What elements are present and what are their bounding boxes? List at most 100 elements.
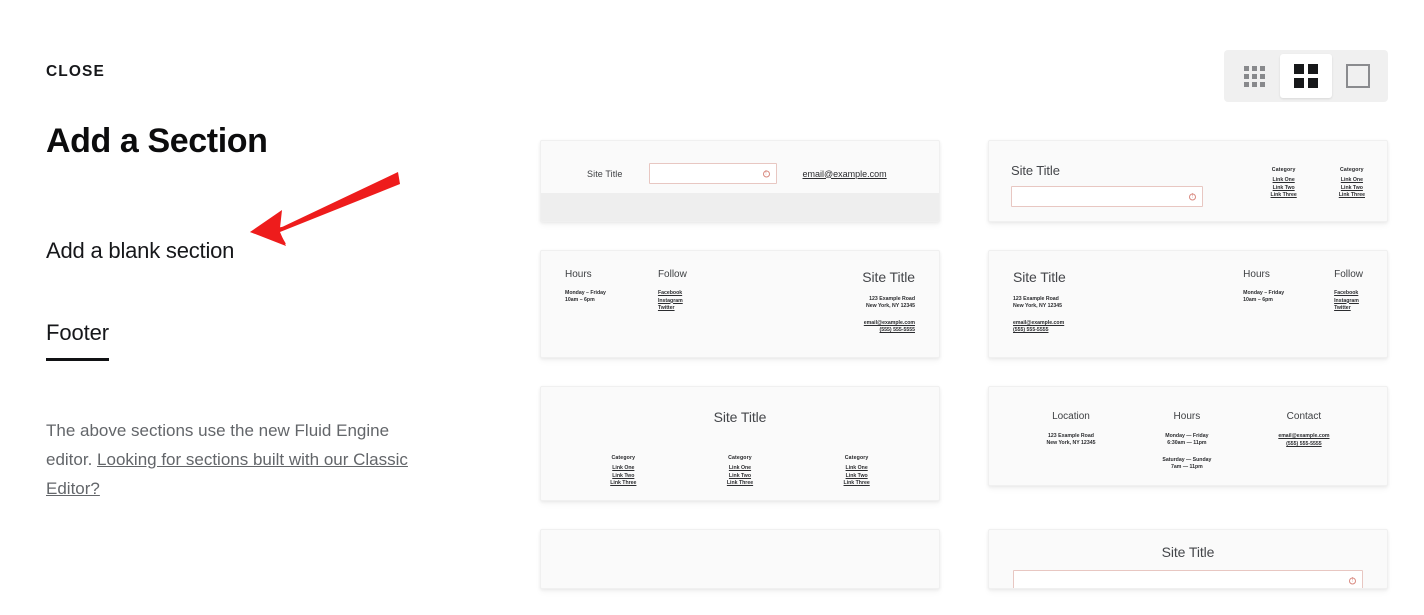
preview-email-input[interactable]: ! — [1011, 186, 1203, 207]
preview-category-column: Category Link One Link Two Link Three — [610, 455, 636, 488]
preview-site-title: Site Title — [1161, 544, 1215, 560]
section-card-footer-location-hours-contact[interactable]: Location 123 Example Road New York, NY 1… — [988, 386, 1388, 486]
preview-category-column: Category Link One Link Two Link Three — [844, 455, 870, 488]
preview-link-two[interactable]: Link Two — [1271, 185, 1297, 193]
tab-footer[interactable]: Footer — [46, 320, 109, 361]
preview-link-three[interactable]: Link Three — [844, 480, 870, 488]
preview-contact-column: Contact email@example.com (555) 555-5555 — [1278, 411, 1329, 472]
preview-link-two[interactable]: Link Two — [610, 473, 636, 481]
preview-hours-label: Hours — [1173, 411, 1201, 422]
preview-follow-label: Follow — [657, 269, 687, 280]
preview-site-title: Site Title — [713, 409, 767, 425]
preview-email-input[interactable]: ! — [1013, 570, 1363, 588]
warning-icon: ! — [762, 170, 770, 177]
preview-hours-column: Hours Monday — Friday 6:30am — 11pm Satu… — [1162, 411, 1211, 472]
preview-phone-link[interactable]: (555) 555-5555 — [1013, 327, 1066, 335]
preview-follow-column: Follow Facebook Instagram Twitter — [1334, 269, 1363, 335]
view-size-toggle[interactable] — [1224, 50, 1388, 102]
preview-link-three[interactable]: Link Three — [1339, 192, 1365, 200]
preview-follow-label: Follow — [1334, 269, 1363, 280]
preview-email-link[interactable]: email@example.com — [1013, 320, 1066, 328]
close-button[interactable]: CLOSE — [46, 63, 105, 81]
preview-address-line2: New York, NY 12345 — [1013, 303, 1063, 310]
section-card-footer-title-hours-follow[interactable]: Site Title 123 Example Road New York, NY… — [988, 250, 1388, 358]
preview-hours-weekday: Monday – Friday — [565, 290, 606, 296]
preview-phone-link[interactable]: (555) 555-5555 — [862, 327, 915, 335]
preview-email-link[interactable]: email@example.com — [1278, 433, 1329, 441]
preview-category-label: Category — [1340, 167, 1364, 173]
preview-hours-weekday-alt-time: 6:30am — 11pm — [1167, 440, 1207, 447]
preview-social-instagram[interactable]: Instagram — [1334, 298, 1363, 306]
preview-footer-strip — [541, 193, 939, 221]
preview-hours-column: Hours Monday – Friday 10am – 6pm — [565, 269, 606, 335]
preview-link-three[interactable]: Link Three — [727, 480, 753, 488]
preview-follow-column: Follow Facebook Instagram Twitter — [658, 269, 687, 335]
preview-category-column: Category Link One Link Two Link Three — [1271, 167, 1297, 207]
preview-hours-label: Hours — [565, 269, 592, 280]
preview-link-one[interactable]: Link One — [1339, 177, 1365, 185]
preview-category-label: Category — [1271, 167, 1296, 173]
warning-icon: ! — [1189, 193, 1196, 200]
preview-address-line1: 123 Example Road — [1048, 433, 1094, 439]
preview-link-three[interactable]: Link Three — [1271, 192, 1297, 200]
preview-address-line2: New York, NY 12345 — [865, 303, 915, 310]
section-card-footer-partial-left[interactable] — [540, 529, 940, 589]
preview-link-one[interactable]: Link One — [610, 465, 636, 473]
left-sidebar: CLOSE Add a Section Add a blank section … — [0, 0, 500, 615]
preview-category-label: Category — [728, 455, 752, 461]
section-card-footer-newsletter-links[interactable]: Site Title ! Category Link One Link Two … — [988, 140, 1388, 222]
preview-category-column: Category Link One Link Two Link Three — [1339, 167, 1365, 207]
add-section-panel: CLOSE Add a Section Add a blank section … — [0, 0, 1424, 615]
preview-link-three[interactable]: Link Three — [610, 480, 636, 488]
section-card-footer-newsletter-inline[interactable]: Site Title ! email@example.com — [540, 140, 940, 222]
preview-site-title: Site Title — [862, 269, 915, 285]
preview-site-title: Site Title — [1011, 163, 1060, 178]
preview-link-one[interactable]: Link One — [727, 465, 753, 473]
preview-email-input[interactable]: ! — [648, 163, 777, 184]
preview-social-twitter[interactable]: Twitter — [658, 305, 687, 313]
preview-hours-column: Hours Monday – Friday 10am – 6pm — [1243, 269, 1284, 335]
preview-location-label: Location — [1052, 411, 1090, 422]
view-option-grid-large[interactable] — [1332, 54, 1384, 98]
section-card-footer-centered-newsletter[interactable]: Site Title ! — [988, 529, 1388, 589]
preview-social-twitter[interactable]: Twitter — [1334, 305, 1363, 313]
preview-contact-label: Contact — [1286, 411, 1322, 422]
preview-hours-weekday-alt: Monday — Friday — [1165, 433, 1209, 439]
add-blank-section-button[interactable]: Add a blank section — [46, 238, 234, 264]
preview-social-facebook[interactable]: Facebook — [658, 290, 687, 298]
square-icon — [1346, 64, 1370, 88]
section-card-footer-hours-follow-left[interactable]: Hours Monday – Friday 10am – 6pm Follow … — [540, 250, 940, 358]
preview-hours-weekday: Monday – Friday — [1243, 290, 1285, 296]
grid-4-icon — [1294, 64, 1318, 88]
preview-location-column: Location 123 Example Road New York, NY 1… — [1046, 411, 1095, 472]
classic-editor-link[interactable]: Looking for sections built with our Clas… — [46, 450, 408, 498]
preview-link-two[interactable]: Link Two — [844, 473, 870, 481]
preview-email-link[interactable]: email@example.com — [803, 169, 887, 179]
red-arrow-annotation — [250, 172, 400, 246]
preview-email-link[interactable]: email@example.com — [862, 320, 915, 328]
grid-9-icon — [1243, 65, 1265, 87]
preview-social-instagram[interactable]: Instagram — [658, 298, 687, 306]
helper-text: The above sections use the new Fluid Eng… — [46, 416, 438, 503]
preview-link-two[interactable]: Link Two — [1339, 185, 1365, 193]
preview-link-one[interactable]: Link One — [844, 465, 870, 473]
preview-phone-link[interactable]: (555) 555-5555 — [1278, 441, 1329, 449]
preview-address-column: Site Title 123 Example Road New York, NY… — [862, 269, 915, 335]
preview-hours-weekend-time: 7am — 11pm — [1171, 464, 1203, 471]
preview-social-facebook[interactable]: Facebook — [1334, 290, 1363, 298]
preview-hours-weekday-time: 10am – 6pm — [565, 297, 595, 304]
section-card-footer-centered-three-category[interactable]: Site Title Category Link One Link Two Li… — [540, 386, 940, 501]
preview-address-line2: New York, NY 12345 — [1046, 440, 1096, 447]
preview-category-label: Category — [611, 455, 636, 461]
preview-address-line1: 123 Example Road — [1013, 296, 1059, 302]
preview-link-two[interactable]: Link Two — [727, 473, 753, 481]
preview-site-title: Site Title — [1013, 269, 1066, 285]
preview-site-title: Site Title — [587, 168, 623, 179]
preview-link-one[interactable]: Link One — [1271, 177, 1297, 185]
view-option-grid-medium[interactable] — [1280, 54, 1332, 98]
section-browser: Site Title ! email@example.com Site Titl… — [500, 0, 1424, 615]
page-title: Add a Section — [46, 122, 268, 160]
view-option-grid-small[interactable] — [1228, 54, 1280, 98]
preview-hours-weekday-time: 10am – 6pm — [1243, 297, 1273, 304]
section-category-tabs: Footer — [46, 320, 109, 361]
